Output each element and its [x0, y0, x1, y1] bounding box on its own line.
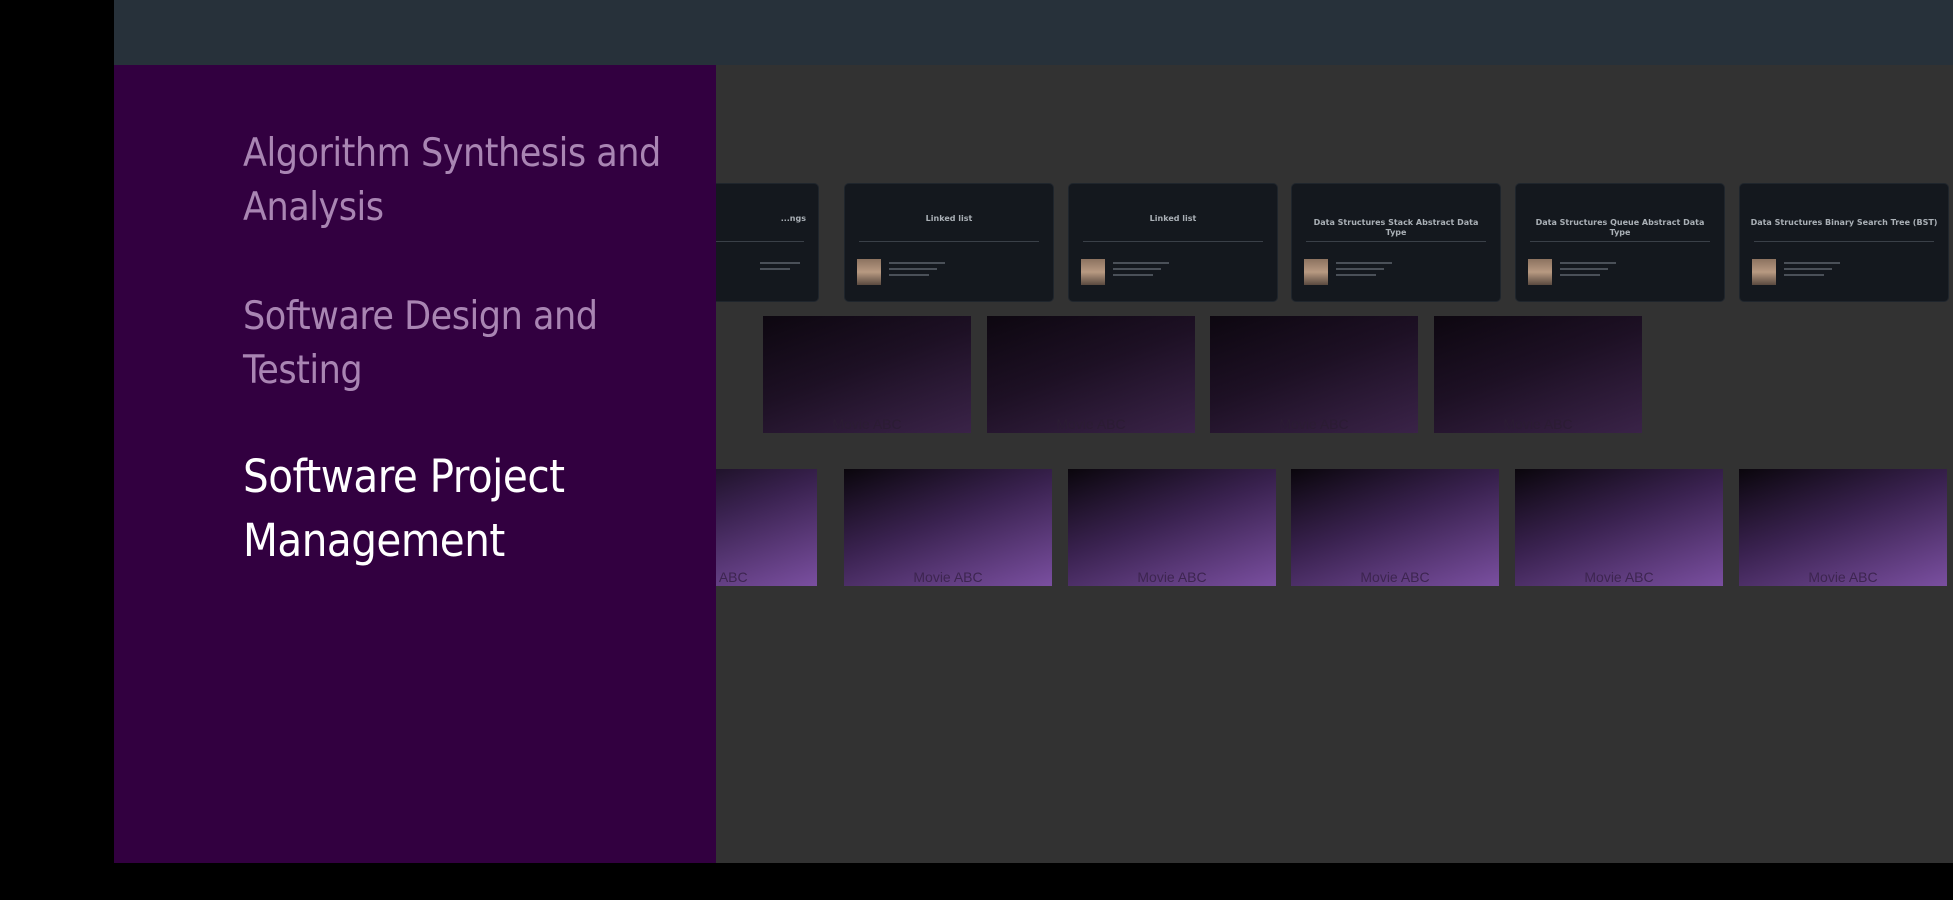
- nav-item-software-project-management[interactable]: Software Project Management: [243, 445, 703, 573]
- movie-card[interactable]: Movie ABC: [844, 469, 1052, 586]
- top-bar: [114, 0, 1953, 65]
- slide-title: Data Structures Binary Search Tree (BST): [1750, 218, 1938, 227]
- slide-text-lines: [760, 262, 818, 274]
- presenter-avatar: [857, 259, 881, 285]
- movie-title: Movie ABC: [1584, 569, 1654, 585]
- movie-card[interactable]: Movie ABC: [1210, 316, 1418, 433]
- slide-card[interactable]: Data Structures Binary Search Tree (BST): [1739, 183, 1949, 302]
- movie-title: Movie ABC: [1056, 416, 1126, 432]
- app-screen: ...ngs Linked list Linked list Data Stru…: [114, 0, 1953, 863]
- movie-title: Movie ABC: [1360, 569, 1430, 585]
- navigation-drawer: Algorithm Synthesis and Analysis Softwar…: [114, 65, 716, 863]
- slide-card[interactable]: Data Structures Queue Abstract Data Type: [1515, 183, 1725, 302]
- movie-title: Movie ABC: [1279, 416, 1349, 432]
- movie-title: Movie ABC: [913, 569, 983, 585]
- movie-card[interactable]: Movie ABC: [763, 316, 971, 433]
- movie-title: Movie ABC: [1503, 416, 1573, 432]
- slide-text-lines: [889, 262, 979, 280]
- slide-divider: [859, 241, 1039, 242]
- slide-divider: [1083, 241, 1263, 242]
- slide-divider: [1754, 241, 1934, 242]
- slide-text-lines: [1784, 262, 1874, 280]
- slide-title: Linked list: [1149, 214, 1197, 223]
- slide-divider: [1530, 241, 1710, 242]
- movie-card[interactable]: Movie ABC: [1515, 469, 1723, 586]
- slide-title: Data Structures Stack Abstract Data Type: [1313, 218, 1479, 237]
- movie-title: Movie ABC: [832, 416, 902, 432]
- nav-item-algorithm-synthesis[interactable]: Algorithm Synthesis and Analysis: [243, 127, 703, 235]
- slide-card[interactable]: Linked list: [844, 183, 1054, 302]
- movie-card[interactable]: Movie ABC: [1434, 316, 1642, 433]
- slide-title: Data Structures Queue Abstract Data Type: [1535, 218, 1705, 237]
- slide-text-lines: [1560, 262, 1650, 280]
- slide-title: Linked list: [925, 214, 973, 223]
- slide-divider: [1306, 241, 1486, 242]
- slide-card[interactable]: Linked list: [1068, 183, 1278, 302]
- nav-item-software-design[interactable]: Software Design and Testing: [243, 290, 703, 398]
- presenter-avatar: [1752, 259, 1776, 285]
- presenter-avatar: [1528, 259, 1552, 285]
- movie-card[interactable]: Movie ABC: [1291, 469, 1499, 586]
- movie-card[interactable]: Movie ABC: [1739, 469, 1947, 586]
- movie-card[interactable]: Movie ABC: [1068, 469, 1276, 586]
- movie-card[interactable]: Movie ABC: [987, 316, 1195, 433]
- movie-title: Movie ABC: [1137, 569, 1207, 585]
- slide-card[interactable]: Data Structures Stack Abstract Data Type: [1291, 183, 1501, 302]
- presenter-avatar: [1081, 259, 1105, 285]
- movie-title: Movie ABC: [1808, 569, 1878, 585]
- slide-text-lines: [1113, 262, 1203, 280]
- slide-text-lines: [1336, 262, 1426, 280]
- presenter-avatar: [1304, 259, 1328, 285]
